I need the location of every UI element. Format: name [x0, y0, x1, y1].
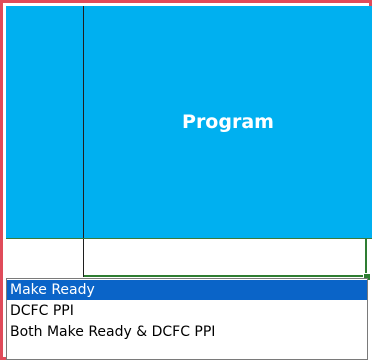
dropdown-option-make-ready[interactable]: Make Ready: [7, 280, 367, 300]
input-cell-left[interactable]: [6, 239, 84, 277]
validation-dropdown-list[interactable]: Make Ready DCFC PPI Both Make Ready & DC…: [6, 278, 368, 360]
input-row: [6, 238, 372, 281]
header-cell-program[interactable]: Program: [84, 6, 372, 238]
spreadsheet-area: Program Make Ready DCFC PPI Both Make Re…: [6, 6, 372, 360]
program-header-label: Program: [182, 111, 274, 133]
dropdown-option-both[interactable]: Both Make Ready & DCFC PPI: [7, 322, 367, 342]
header-row: Program: [6, 6, 372, 238]
active-input-cell[interactable]: [84, 239, 367, 277]
screenshot-frame: Program Make Ready DCFC PPI Both Make Re…: [0, 0, 372, 360]
header-cell-left[interactable]: [6, 6, 84, 238]
dropdown-option-dcfc-ppi[interactable]: DCFC PPI: [7, 301, 367, 321]
